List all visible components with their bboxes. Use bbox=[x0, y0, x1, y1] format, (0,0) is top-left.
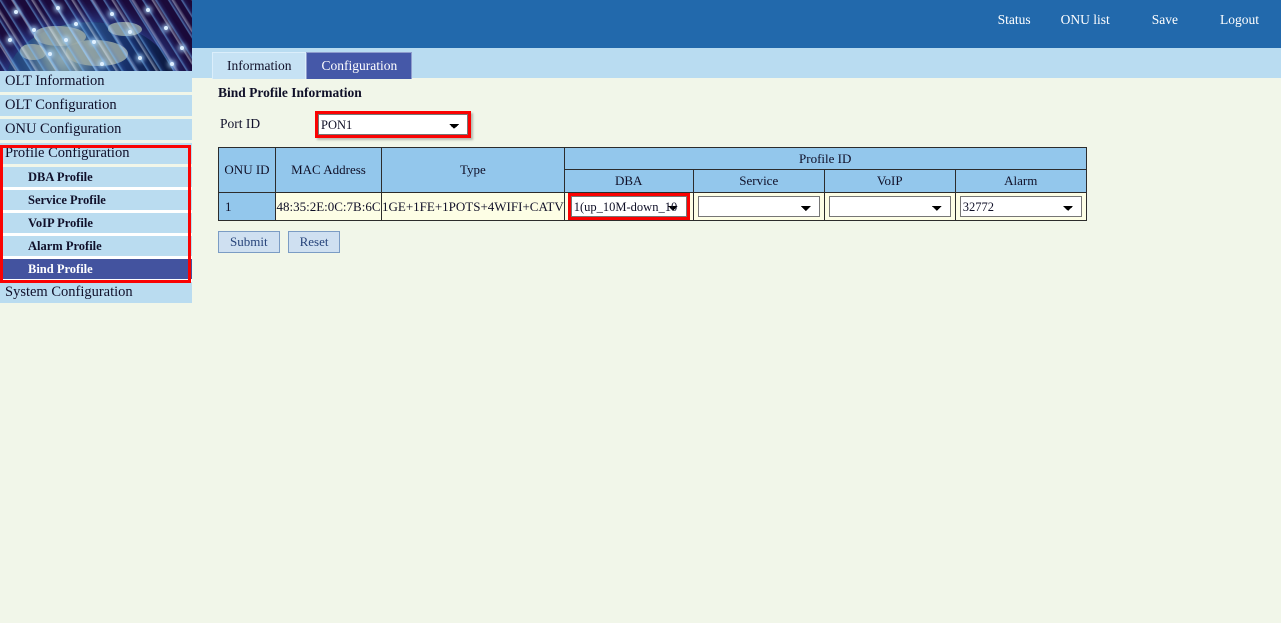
service-profile-select[interactable] bbox=[698, 196, 820, 217]
sidebar-item-dba-profile[interactable]: DBA Profile bbox=[0, 167, 192, 190]
column-header-service: Service bbox=[693, 170, 824, 193]
cell-voip bbox=[824, 193, 955, 221]
sidebar-navigation: OLT Information OLT Configuration ONU Co… bbox=[0, 71, 192, 306]
column-header-mac: MAC Address bbox=[276, 148, 382, 193]
page-title: Bind Profile Information bbox=[218, 85, 362, 101]
sidebar-item-alarm-profile[interactable]: Alarm Profile bbox=[0, 236, 192, 259]
column-header-dba: DBA bbox=[564, 170, 693, 193]
submit-button[interactable]: Submit bbox=[218, 231, 280, 253]
sidebar-item-olt-configuration[interactable]: OLT Configuration bbox=[0, 95, 192, 119]
nav-onu-list[interactable]: ONU list bbox=[1061, 12, 1110, 28]
nav-logout[interactable]: Logout bbox=[1220, 12, 1259, 28]
table-row: 1 48:35:2E:0C:7B:6C 1GE+1FE+1POTS+4WIFI+… bbox=[219, 193, 1087, 221]
column-header-alarm: Alarm bbox=[955, 170, 1086, 193]
cell-onu-id: 1 bbox=[219, 193, 276, 221]
sidebar-item-olt-information[interactable]: OLT Information bbox=[0, 71, 192, 95]
tab-information[interactable]: Information bbox=[212, 52, 306, 79]
site-logo bbox=[0, 0, 192, 71]
column-header-voip: VoIP bbox=[824, 170, 955, 193]
tab-configuration[interactable]: Configuration bbox=[306, 52, 412, 79]
dba-profile-select[interactable]: 1(up_10M-down_10 bbox=[571, 196, 687, 217]
nav-save[interactable]: Save bbox=[1152, 12, 1178, 28]
form-actions: Submit Reset bbox=[218, 231, 340, 253]
sidebar-item-voip-profile[interactable]: VoIP Profile bbox=[0, 213, 192, 236]
port-id-select[interactable]: PON1PON2PON3PON4 bbox=[318, 114, 468, 135]
sidebar-item-system-configuration[interactable]: System Configuration bbox=[0, 282, 192, 306]
sidebar-item-service-profile[interactable]: Service Profile bbox=[0, 190, 192, 213]
dba-highlight-box: 1(up_10M-down_10 bbox=[568, 193, 690, 220]
nav-status[interactable]: Status bbox=[998, 12, 1031, 28]
column-header-type: Type bbox=[382, 148, 565, 193]
top-navigation: Status ONU list Save Logout bbox=[998, 12, 1259, 28]
top-header-bar: Status ONU list Save Logout bbox=[192, 0, 1281, 48]
cell-service bbox=[693, 193, 824, 221]
sidebar-item-profile-configuration[interactable]: Profile Configuration bbox=[0, 143, 192, 167]
port-id-highlight-box: PON1PON2PON3PON4 bbox=[315, 111, 471, 138]
tab-list: Information Configuration bbox=[212, 52, 412, 79]
cell-dba: 1(up_10M-down_10 bbox=[564, 193, 693, 221]
cell-mac: 48:35:2E:0C:7B:6C bbox=[276, 193, 382, 221]
reset-button[interactable]: Reset bbox=[288, 231, 341, 253]
main-content: Bind Profile Information Port ID PON1PON… bbox=[192, 78, 1281, 623]
cell-type: 1GE+1FE+1POTS+4WIFI+CATV bbox=[382, 193, 565, 221]
voip-profile-select[interactable] bbox=[829, 196, 951, 217]
cell-alarm: 32772 bbox=[955, 193, 1086, 221]
sidebar-item-bind-profile[interactable]: Bind Profile bbox=[0, 259, 192, 282]
alarm-profile-select[interactable]: 32772 bbox=[960, 196, 1082, 217]
port-id-label: Port ID bbox=[220, 116, 260, 132]
fiber-light-dots bbox=[0, 0, 192, 71]
bind-profile-table: ONU ID MAC Address Type Profile ID DBA S… bbox=[218, 147, 1087, 221]
column-header-onu-id: ONU ID bbox=[219, 148, 276, 193]
table-header-row-top: ONU ID MAC Address Type Profile ID bbox=[219, 148, 1087, 170]
tab-strip: Information Configuration bbox=[192, 48, 1281, 78]
column-header-profile-id: Profile ID bbox=[564, 148, 1086, 170]
sidebar-item-onu-configuration[interactable]: ONU Configuration bbox=[0, 119, 192, 143]
